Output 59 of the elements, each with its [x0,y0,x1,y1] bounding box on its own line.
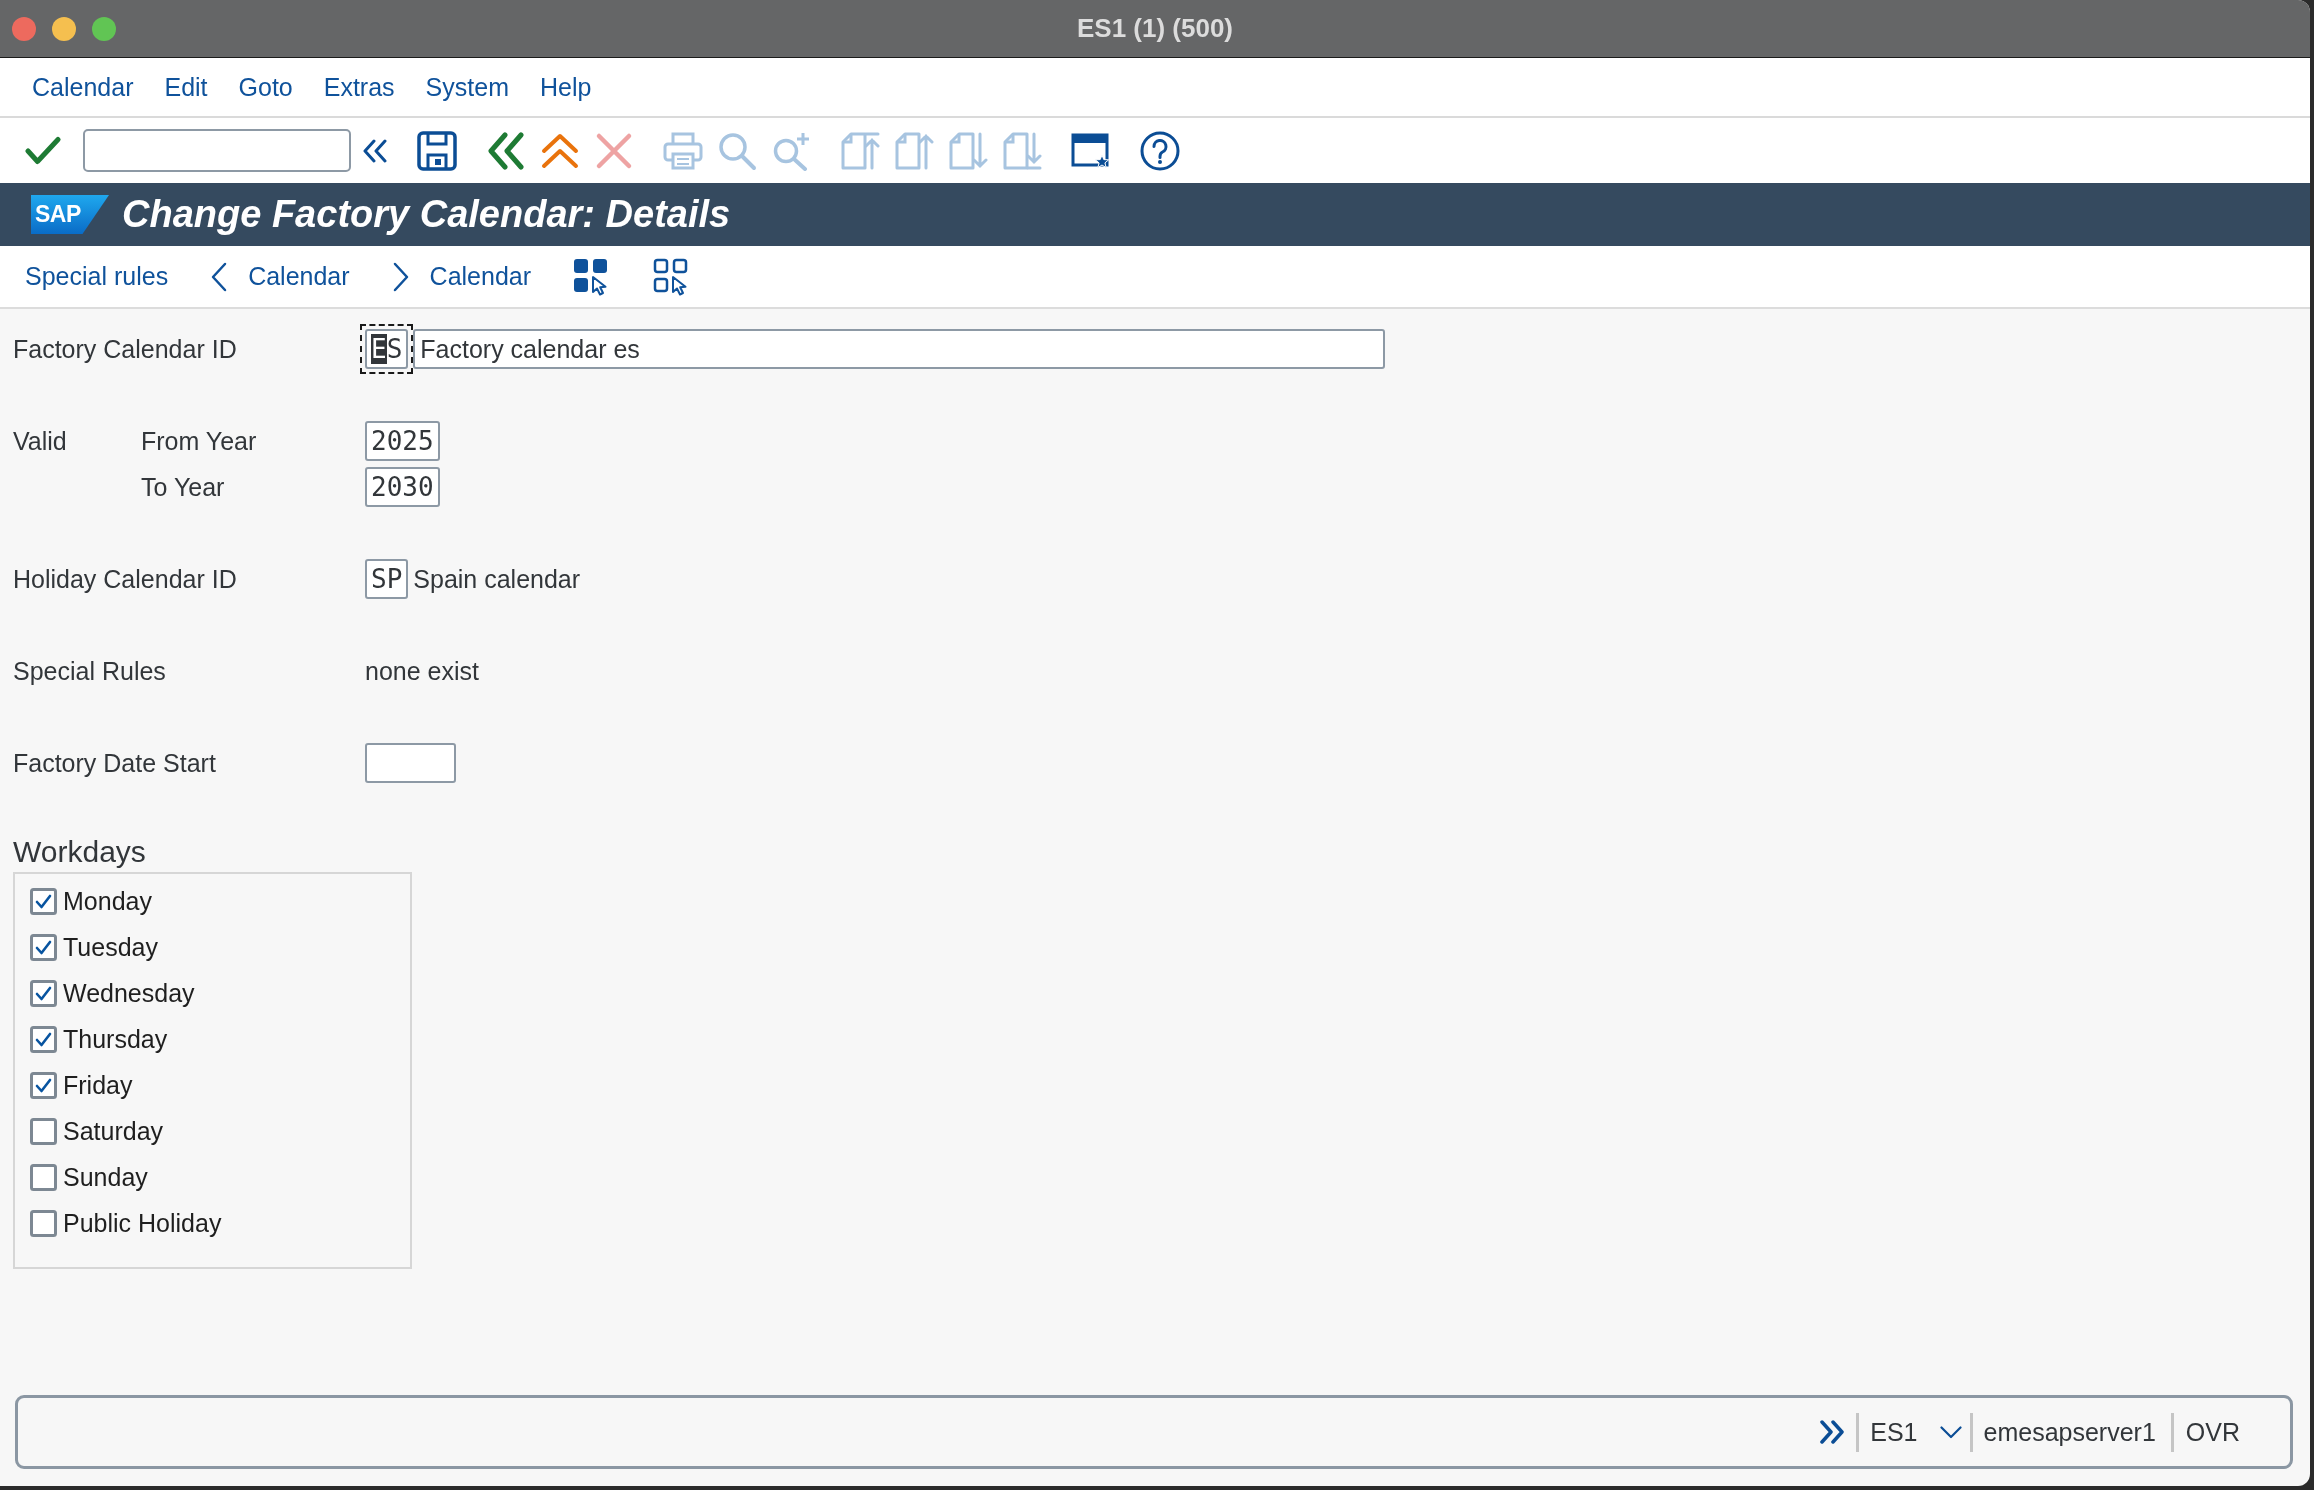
checkbox[interactable] [30,1163,57,1191]
checkbox[interactable] [30,1025,57,1053]
checkbox-label: Tuesday [63,932,158,962]
checkbox-label: Friday [63,1070,133,1100]
close-icon[interactable] [12,16,36,41]
field-label: Factory Calendar ID [13,334,238,364]
description-field: Factory calendar es [413,329,1386,369]
field-label: From Year [141,426,258,456]
chevron-right-icon [391,261,410,292]
chevron-left-icon [210,261,229,292]
system-name: ES1 [1870,1417,1918,1447]
date-field[interactable] [365,743,456,783]
checkbox[interactable] [30,1117,57,1145]
calendar-id-field[interactable]: ES [365,329,409,369]
next-button[interactable]: Calendar [391,261,532,292]
checkbox-label: Thursday [63,1024,168,1054]
checkmark-icon[interactable] [25,135,61,166]
previous-button[interactable]: Calendar [210,261,350,292]
logo: SAP [31,195,109,234]
calendar-id-field[interactable]: SP [365,559,409,599]
checkbox-label: Public Holiday [63,1208,222,1238]
field-label: Holiday Calendar ID [13,564,238,594]
window-title: ES1 (1) (500) [1076,13,1234,44]
checkbox-label: Wednesday [63,978,195,1008]
checkbox[interactable] [30,979,57,1007]
year-field[interactable]: 2025 [365,421,440,461]
double-chevron-left-icon[interactable] [486,130,526,171]
menu-item[interactable]: System [425,72,509,102]
checkbox[interactable] [30,887,57,915]
screen-title: Change Factory Calendar: Details [122,193,731,236]
caret-icon[interactable] [1939,1425,1962,1439]
double-chevron-left-icon[interactable] [362,138,388,163]
command-field[interactable] [83,129,351,172]
checkbox-label: Saturday [63,1116,164,1146]
double-chevron-right-icon[interactable] [1819,1420,1846,1444]
server-name: emesapserver1 [1983,1417,2156,1447]
value-text: none exist [365,656,479,686]
menu-item[interactable]: Goto [238,72,293,102]
menu-item[interactable]: Extras [323,72,395,102]
help-icon[interactable] [1140,130,1180,171]
minimize-icon[interactable] [52,16,76,41]
field-label: Factory Date Start [13,748,217,778]
field-label: Valid [13,426,68,456]
menu-item[interactable]: Help [539,72,592,102]
maximize-icon[interactable] [92,16,116,41]
field-label: Special Rules [13,656,167,686]
checkbox-label: Sunday [63,1162,148,1192]
checkbox-label: Monday [63,886,152,916]
field-label: To Year [141,472,226,502]
toolbar-button[interactable]: Special rules [25,262,169,291]
checkbox[interactable] [30,933,57,961]
group-title: Workdays [13,834,146,870]
year-field[interactable]: 2030 [365,467,440,507]
description-text: Spain calendar [413,564,581,594]
checkbox[interactable] [30,1209,57,1237]
checkbox[interactable] [30,1071,57,1099]
input-mode: OVR [2185,1417,2240,1447]
menu-item[interactable]: Calendar [32,72,134,102]
menu-item[interactable]: Edit [164,72,208,102]
